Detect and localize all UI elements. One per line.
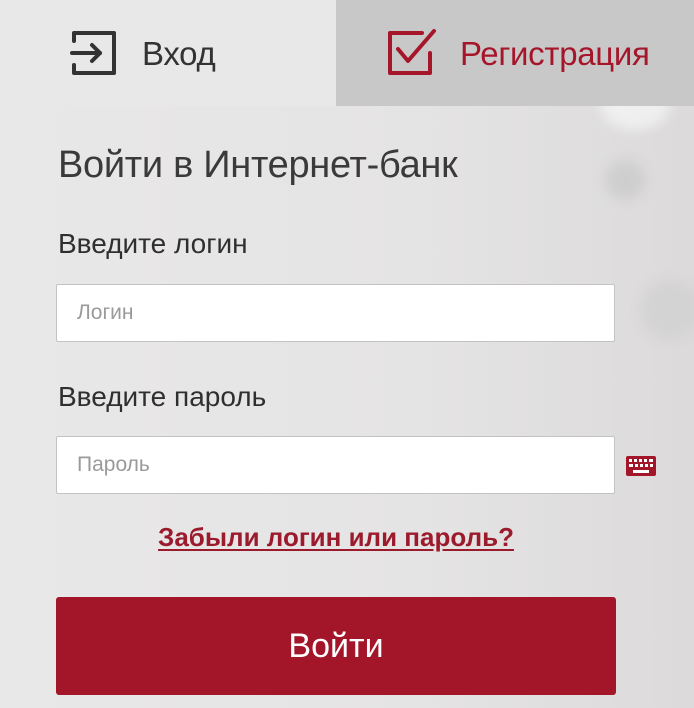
auth-tabs: Вход Регистрация xyxy=(0,0,694,106)
background-decoration xyxy=(605,160,645,200)
tab-register-label: Регистрация xyxy=(460,34,650,72)
tab-login-label: Вход xyxy=(142,34,216,72)
login-submit-button[interactable]: Войти xyxy=(56,597,616,695)
background-decoration xyxy=(640,280,694,340)
page-title: Войти в Интернет-банк xyxy=(58,144,458,186)
login-page: Вход Регистрация Войти в Интернет-банк В… xyxy=(0,0,694,708)
tab-login[interactable]: Вход xyxy=(0,0,336,106)
tab-register[interactable]: Регистрация xyxy=(336,0,694,106)
checkbox-check-icon xyxy=(384,27,438,79)
login-label: Введите логин xyxy=(58,228,248,259)
virtual-keyboard-icon[interactable] xyxy=(626,456,656,476)
login-input[interactable] xyxy=(56,284,615,342)
login-arrow-icon xyxy=(68,27,120,79)
password-input[interactable] xyxy=(56,436,615,494)
password-label: Введите пароль xyxy=(58,381,267,412)
forgot-credentials-link[interactable]: Забыли логин или пароль? xyxy=(0,522,672,553)
